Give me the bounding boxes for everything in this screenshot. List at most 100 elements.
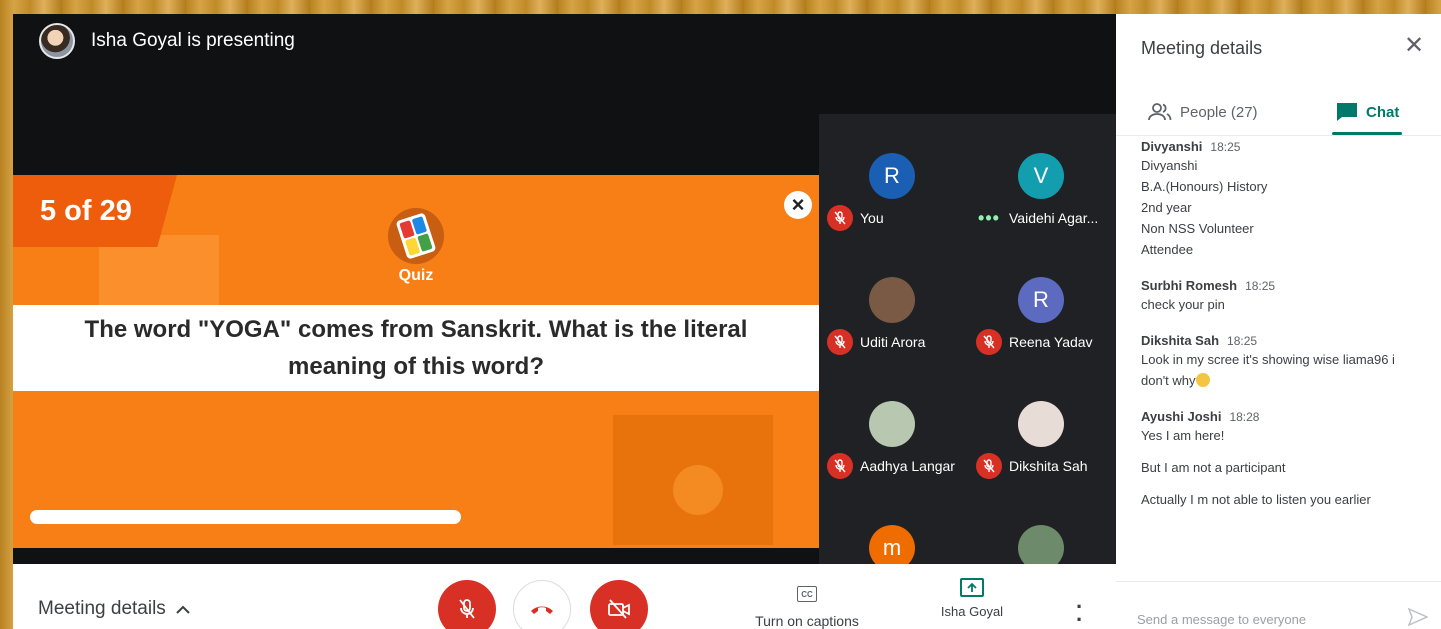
slide-decoration xyxy=(673,465,723,515)
tab-chat[interactable]: Chat xyxy=(1336,92,1399,132)
quiz-icon xyxy=(388,208,444,264)
close-quiz-button[interactable]: × xyxy=(784,191,812,219)
question-counter: 5 of 29 xyxy=(13,175,177,247)
meeting-details-label: Meeting details xyxy=(38,598,166,619)
chat-time: 18:25 xyxy=(1210,140,1241,154)
chat-author: Dikshita Sah xyxy=(1141,333,1220,348)
presenting-button[interactable]: Isha Goyal xyxy=(917,578,1027,619)
participant-name: Aadhya Langar xyxy=(860,458,955,474)
avatar xyxy=(1018,401,1064,447)
participant-tile[interactable]: R Reena Yadav xyxy=(968,238,1116,362)
bottom-toolbar: Meeting details CC Turn on captions Isha… xyxy=(13,564,1116,629)
presenting-label: Isha Goyal xyxy=(940,604,1004,619)
participant-tile[interactable] xyxy=(968,486,1116,564)
avatar: R xyxy=(869,153,915,199)
chevron-up-icon xyxy=(176,605,190,614)
chat-text: 2nd year xyxy=(1141,200,1192,215)
avatar: V xyxy=(1018,153,1064,199)
participant-name: You xyxy=(860,210,884,226)
chat-message: Surbhi Romesh 18:25 check your pin xyxy=(1141,278,1431,315)
mic-off-icon xyxy=(827,329,853,355)
hangup-icon xyxy=(531,606,553,614)
participant-tile[interactable]: Uditi Arora xyxy=(819,238,967,362)
participant-name-row: Dikshita Sah xyxy=(976,453,1088,479)
chat-text: Non NSS Volunteer xyxy=(1141,221,1254,236)
participant-name-row: ••• Vaidehi Agar... xyxy=(976,205,1098,231)
participant-tile[interactable]: Aadhya Langar xyxy=(819,362,967,486)
timer-bar xyxy=(30,510,461,524)
question-box: The word "YOGA" comes from Sanskrit. Wha… xyxy=(13,305,819,391)
avatar xyxy=(869,401,915,447)
mic-off-icon xyxy=(459,599,475,619)
divider xyxy=(1116,581,1441,582)
emoji-icon xyxy=(1195,373,1210,387)
meeting-details-panel: Meeting details ✕ People (27) Chat Divya… xyxy=(1116,14,1441,629)
participant-name-row: You xyxy=(827,205,884,231)
meeting-details-button[interactable]: Meeting details xyxy=(38,598,190,620)
quiz-slide: 5 of 29 Quiz × The word "YOGA" comes fro… xyxy=(13,175,819,548)
captions-button[interactable]: CC Turn on captions xyxy=(751,586,863,629)
participant-tile[interactable]: V ••• Vaidehi Agar... xyxy=(968,114,1116,238)
camera-off-icon xyxy=(608,599,630,619)
tab-people-label: People (27) xyxy=(1180,103,1258,121)
chat-time: 18:28 xyxy=(1229,410,1260,424)
avatar: R xyxy=(1018,277,1064,323)
presenter-text: Isha Goyal is presenting xyxy=(91,30,295,51)
message-input[interactable]: Send a message to everyone xyxy=(1137,612,1306,627)
mic-off-icon xyxy=(827,205,853,231)
participant-name: Dikshita Sah xyxy=(1009,458,1088,474)
mic-off-icon xyxy=(827,453,853,479)
participant-tile[interactable]: Dikshita Sah xyxy=(968,362,1116,486)
question-counter-text: 5 of 29 xyxy=(40,194,132,227)
avatar xyxy=(1018,525,1064,564)
chat-message: Ayushi Joshi 18:28 Yes I am here! But I am … xyxy=(1141,409,1431,510)
tab-people[interactable]: People (27) xyxy=(1148,92,1258,132)
divider xyxy=(1116,135,1441,136)
camera-toggle-button[interactable] xyxy=(590,580,648,629)
participant-tile[interactable]: m xyxy=(819,486,967,564)
chat-text: Divyanshi xyxy=(1141,158,1198,173)
chat-author: Surbhi Romesh xyxy=(1141,278,1238,293)
chat-text: B.A.(Honours) History xyxy=(1141,179,1268,194)
participant-name: Reena Yadav xyxy=(1009,334,1093,350)
chat-author: Ayushi Joshi xyxy=(1141,409,1222,424)
chat-text: Yes I am here! xyxy=(1141,428,1225,443)
avatar xyxy=(869,277,915,323)
present-screen-icon xyxy=(960,578,984,597)
captions-icon: CC xyxy=(797,586,817,602)
chat-author: Divyanshi xyxy=(1141,139,1203,154)
participant-name: Uditi Arora xyxy=(860,334,926,350)
chat-time: 18:25 xyxy=(1227,334,1258,348)
panel-title: Meeting details xyxy=(1141,38,1263,58)
send-icon[interactable] xyxy=(1408,608,1428,626)
question-text: The word "YOGA" comes from Sanskrit. Wha… xyxy=(84,316,748,380)
people-icon xyxy=(1148,103,1172,121)
tab-chat-label: Chat xyxy=(1366,103,1400,121)
presentation-stage: Isha Goyal is presenting 5 of 29 Quiz × … xyxy=(13,14,1116,564)
chat-text: Actually I m not able to listen you earl… xyxy=(1141,492,1371,507)
more-options-icon[interactable]: ··· xyxy=(1076,596,1083,629)
participant-name-row: Aadhya Langar xyxy=(827,453,955,479)
participant-name-row: Uditi Arora xyxy=(827,329,925,355)
chat-message: Dikshita Sah 18:25 Look in my scree it's s… xyxy=(1141,333,1431,391)
mic-off-icon xyxy=(976,453,1002,479)
close-icon[interactable]: ✕ xyxy=(1404,34,1424,58)
chat-text: Look in my scree it's showing wise liama… xyxy=(1141,352,1395,367)
participant-tile[interactable]: R You xyxy=(819,114,967,238)
participant-grid: R You V ••• Vaidehi Agar... Uditi Arora R Reena… xyxy=(819,114,1116,564)
leave-call-button[interactable] xyxy=(513,580,571,629)
participant-name-row: Reena Yadav xyxy=(976,329,1093,355)
chat-icon xyxy=(1337,103,1357,121)
presenter-avatar xyxy=(39,23,75,59)
avatar: m xyxy=(869,525,915,564)
presenter-banner: Isha Goyal is presenting xyxy=(39,23,295,59)
captions-label: Turn on captions xyxy=(755,613,859,629)
chat-messages: Divyanshi 18:25 Divyanshi B.A.(Honours) His… xyxy=(1141,139,1431,510)
mic-off-icon xyxy=(976,329,1002,355)
quiz-label: Quiz xyxy=(398,267,434,284)
chat-text: But I am not a participant xyxy=(1141,460,1286,475)
chat-time: 18:25 xyxy=(1245,279,1276,293)
chat-message: Divyanshi 18:25 Divyanshi B.A.(Honours) His… xyxy=(1141,139,1431,260)
chat-text: Attendee xyxy=(1141,242,1194,257)
mic-toggle-button[interactable] xyxy=(438,580,496,629)
